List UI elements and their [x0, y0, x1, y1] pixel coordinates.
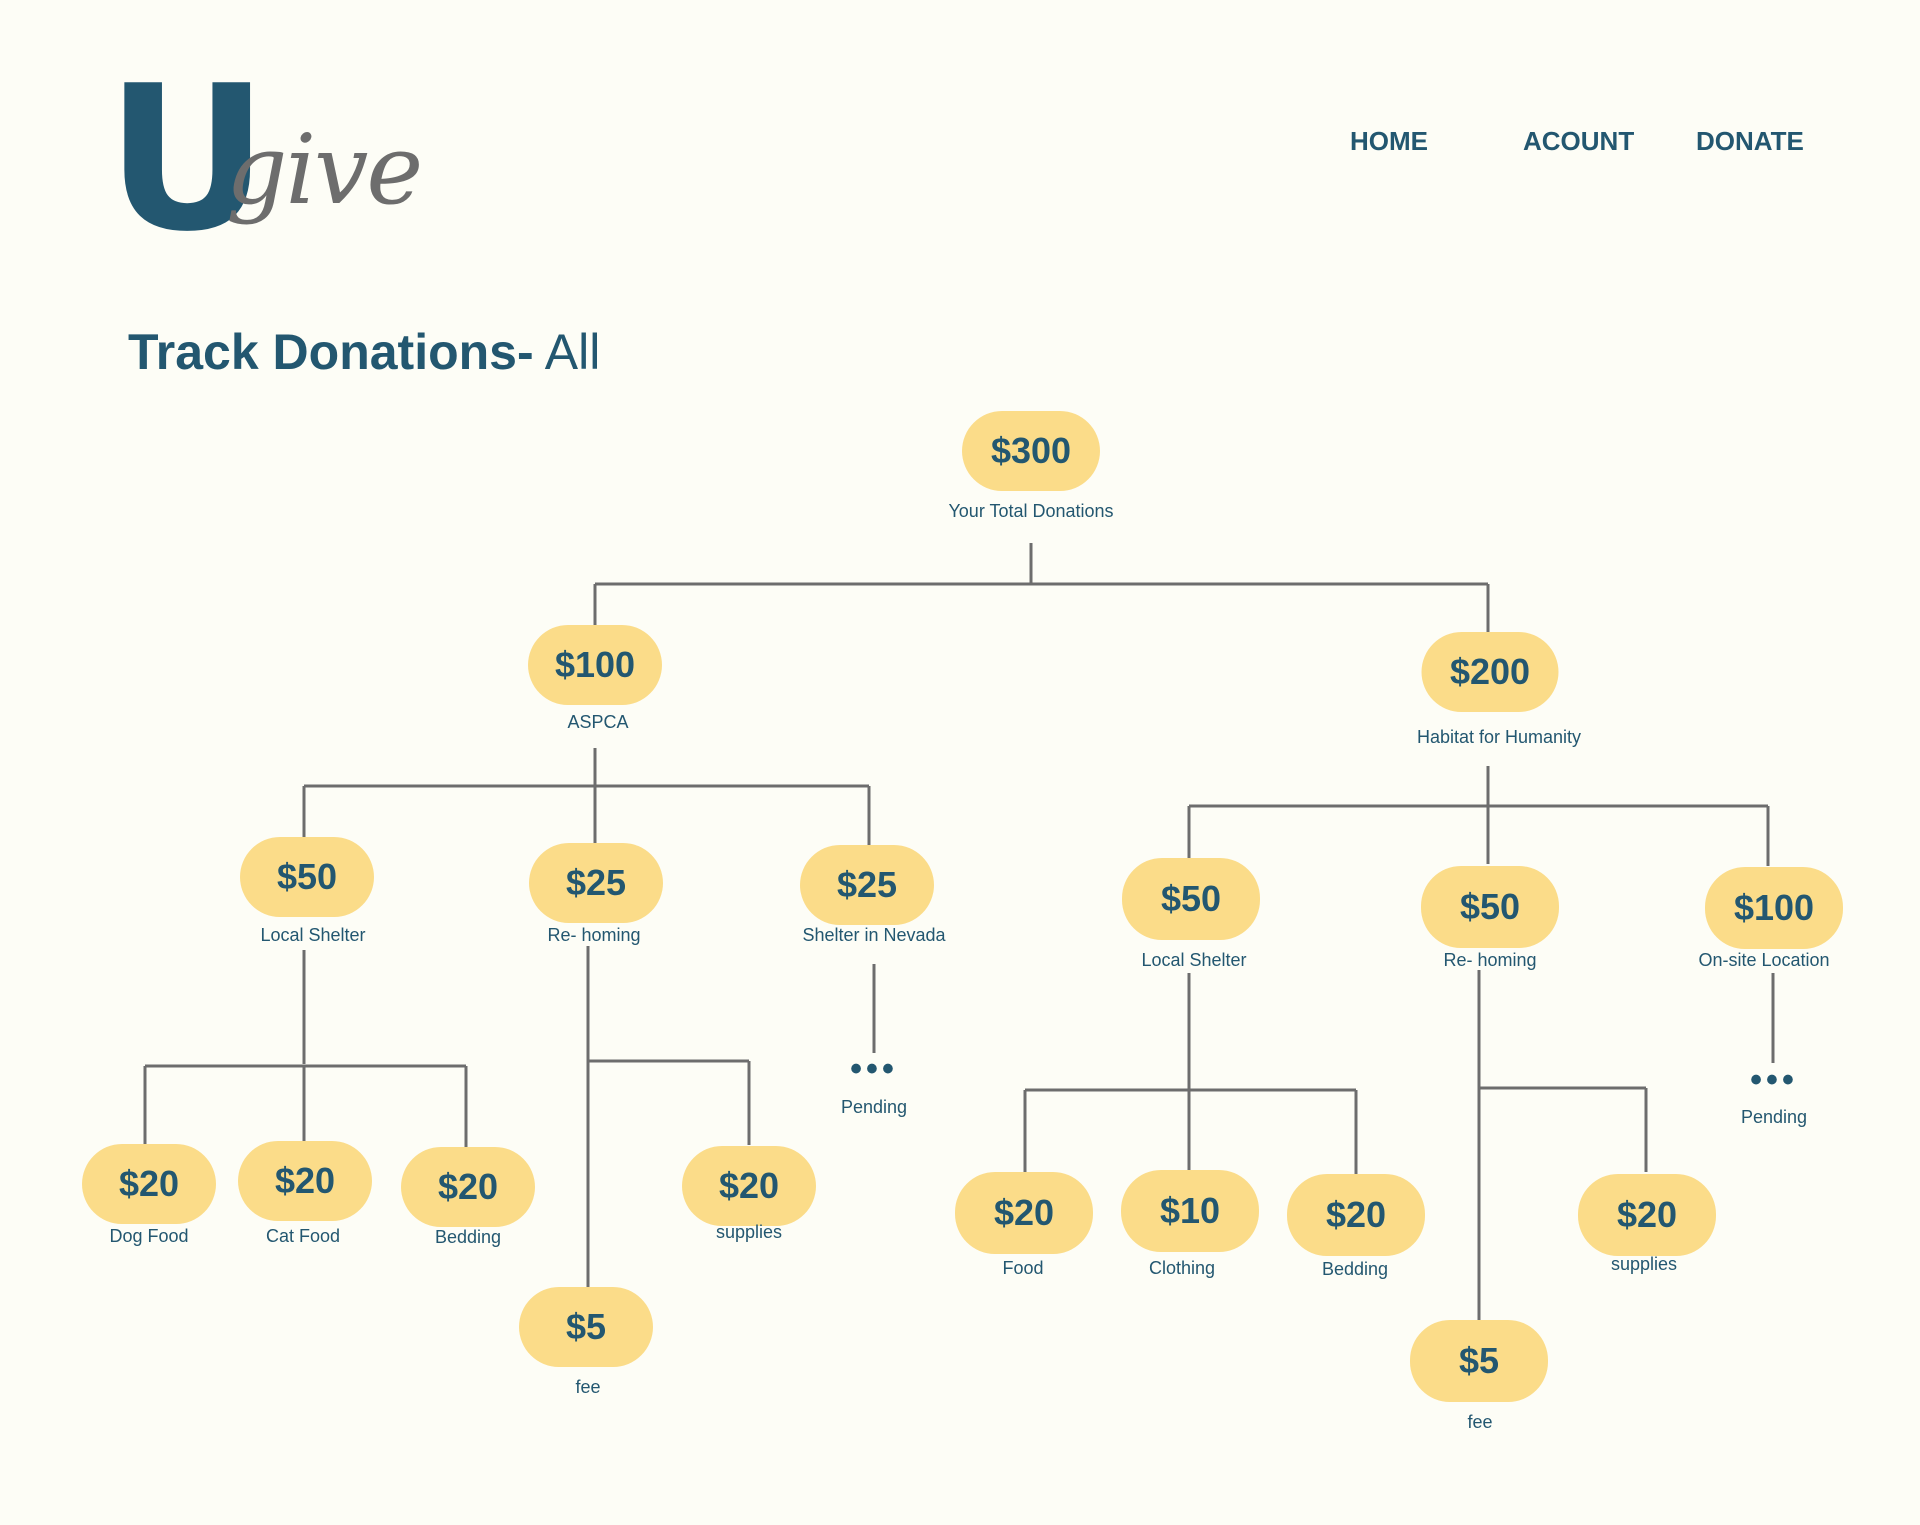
label-aspca-dog-food: Dog Food [109, 1226, 189, 1246]
node-habitat-bedding[interactable]: $20 [1287, 1174, 1425, 1256]
label-aspca-supplies: supplies [715, 1222, 783, 1242]
label-habitat-clothing: Clothing [1148, 1258, 1216, 1278]
label-aspca-fee: fee [575, 1377, 601, 1397]
node-habitat-food[interactable]: $20 [955, 1172, 1093, 1254]
label-aspca-local-shelter: Local Shelter [260, 925, 366, 945]
label-aspca-bedding: Bedding [434, 1227, 502, 1247]
tree-connectors [143, 543, 1775, 1322]
label-habitat-rehoming: Re- homing [1443, 950, 1537, 970]
node-aspca-rehoming[interactable]: $25 [529, 843, 663, 923]
node-habitat[interactable]: $200 [1421, 632, 1559, 712]
connector-habitat-shelter [1023, 973, 1358, 1178]
label-onsite-pending: Pending [1740, 1107, 1808, 1127]
node-habitat-local-shelter[interactable]: $50 [1122, 858, 1260, 940]
label-aspca: ASPCA [567, 712, 629, 732]
label-total: Your Total Donations [948, 501, 1114, 521]
connector-aspca-shelter [143, 950, 468, 1148]
label-habitat-food: Food [1002, 1258, 1044, 1278]
node-aspca-dog-food[interactable]: $20 [82, 1144, 216, 1224]
node-total[interactable]: $300 [962, 411, 1100, 491]
label-habitat-supplies: supplies [1610, 1254, 1678, 1274]
label-habitat-fee: fee [1467, 1412, 1493, 1432]
label-habitat-bedding: Bedding [1321, 1259, 1389, 1279]
node-habitat-fee[interactable]: $5 [1410, 1320, 1548, 1402]
node-habitat-clothing[interactable]: $10 [1121, 1170, 1259, 1252]
connector-aspca [302, 748, 871, 846]
node-aspca-supplies[interactable]: $20 [682, 1146, 816, 1226]
node-habitat-supplies[interactable]: $20 [1578, 1174, 1716, 1256]
pending-dots-icon: ••• [1750, 1061, 1798, 1099]
pending-dots-icon: ••• [850, 1050, 898, 1088]
label-aspca-nevada: Shelter in Nevada [802, 925, 946, 945]
node-aspca[interactable]: $100 [528, 625, 662, 705]
label-nevada-pending: Pending [840, 1097, 908, 1117]
node-aspca-cat-food[interactable]: $20 [238, 1141, 372, 1221]
node-aspca-nevada[interactable]: $25 [800, 845, 934, 925]
node-aspca-bedding[interactable]: $20 [401, 1147, 535, 1227]
node-aspca-local-shelter[interactable]: $50 [240, 837, 374, 917]
label-habitat-local-shelter: Local Shelter [1141, 950, 1247, 970]
label-aspca-cat-food: Cat Food [265, 1226, 341, 1246]
connector-habitat [1187, 766, 1770, 866]
node-habitat-onsite[interactable]: $100 [1705, 867, 1843, 949]
label-habitat-onsite: On-site Location [1698, 950, 1830, 970]
node-aspca-fee[interactable]: $5 [519, 1287, 653, 1367]
node-habitat-rehoming[interactable]: $50 [1421, 866, 1559, 948]
label-aspca-rehoming: Re- homing [547, 925, 641, 945]
label-habitat: Habitat for Humanity [1416, 727, 1582, 747]
connector-root [593, 543, 1490, 632]
